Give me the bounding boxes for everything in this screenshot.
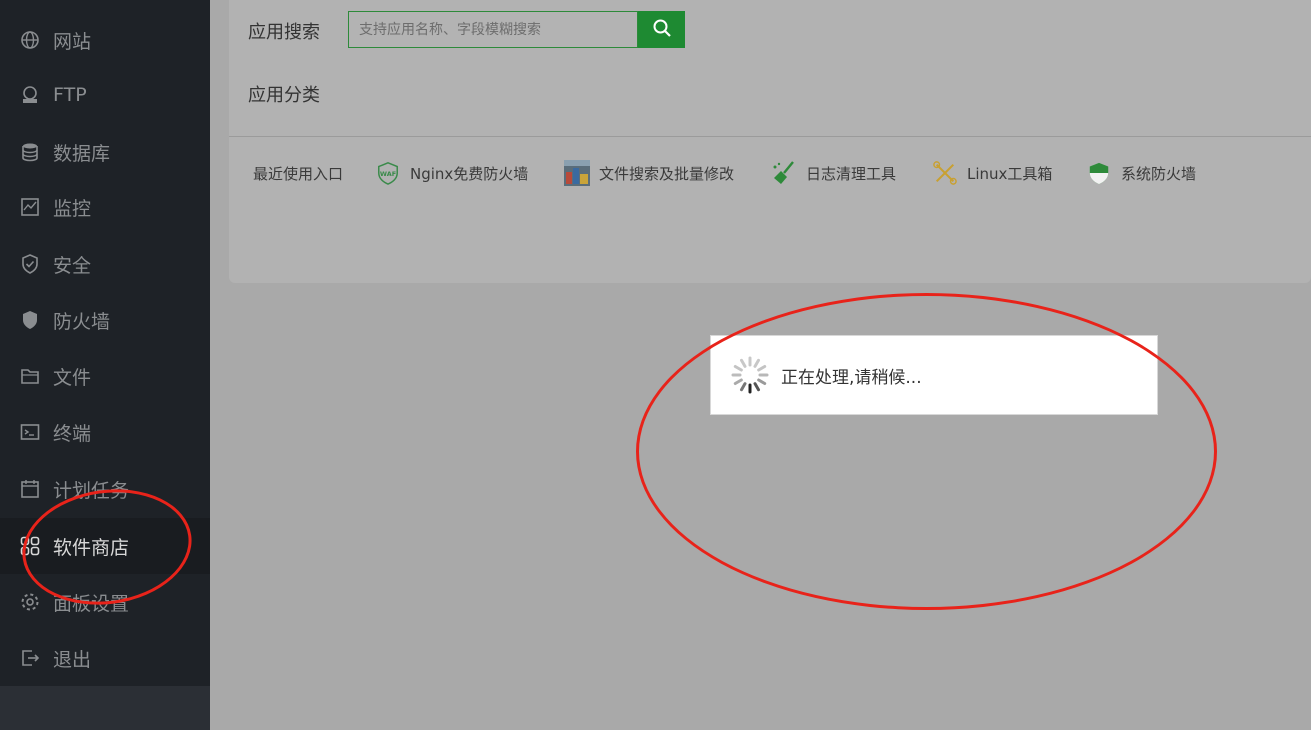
app-store-panel: 应用搜索 应用分类 最近使用入口 WAF Nginx免费防火墙 文件搜索及批量修…: [229, 0, 1311, 283]
apps-grid-icon: [20, 536, 40, 556]
sidebar-item-label: 面板设置: [53, 592, 130, 615]
recent-label: 最近使用入口: [253, 164, 344, 183]
loading-dialog: 正在处理,请稍候...: [710, 335, 1158, 415]
broom-icon: [771, 160, 797, 186]
sidebar-item-label: 软件商店: [53, 536, 130, 559]
sidebar-item-label: 计划任务: [53, 479, 130, 502]
sidebar-item-security[interactable]: 安全: [0, 236, 210, 292]
sidebar-item-database[interactable]: 数据库: [0, 124, 210, 180]
sidebar-item-label: 文件: [53, 366, 92, 389]
shield-check-icon: [20, 254, 40, 274]
gear-icon: [20, 592, 40, 612]
calendar-icon: [20, 479, 40, 499]
folder-icon: [20, 366, 40, 386]
tools-icon: [932, 160, 958, 186]
recent-app-log-cleaner[interactable]: 日志清理工具: [771, 158, 896, 188]
recent-app-nginx-waf[interactable]: WAF Nginx免费防火墙: [375, 158, 528, 188]
sidebar-item-ftp[interactable]: FTP: [0, 67, 210, 123]
sidebar-item-label: FTP: [53, 84, 87, 106]
sidebar-item-monitor[interactable]: 监控: [0, 179, 210, 235]
sidebar-item-label: 防火墙: [53, 310, 111, 333]
file-search-thumbnail-icon: [564, 160, 590, 186]
search-bar: [348, 11, 685, 48]
sidebar: 网站 FTP 数据库 监控 安全 防火墙 文件 终端 计划任务 软件商店 面板设…: [0, 0, 210, 730]
sidebar-item-files[interactable]: 文件: [0, 348, 210, 404]
sidebar-item-label: 网站: [53, 30, 92, 53]
loading-spinner-icon: [731, 356, 769, 394]
sidebar-menu: 网站 FTP 数据库 监控 安全 防火墙 文件 终端 计划任务 软件商店 面板设…: [0, 0, 210, 686]
recent-app-linux-toolbox[interactable]: Linux工具箱: [932, 158, 1052, 188]
firewall-icon: [20, 310, 40, 330]
ftp-icon: [20, 85, 40, 105]
search-label: 应用搜索: [248, 22, 320, 43]
terminal-icon: [20, 422, 40, 442]
sidebar-item-label: 终端: [53, 422, 92, 445]
globe-icon: [20, 30, 40, 50]
search-icon: [652, 18, 672, 41]
monitor-icon: [20, 197, 40, 217]
waf-icon: WAF: [375, 160, 401, 186]
logout-icon: [20, 648, 40, 668]
sidebar-item-label: 数据库: [53, 142, 111, 165]
recent-app-file-search[interactable]: 文件搜索及批量修改: [564, 158, 734, 188]
shield-icon: [1086, 160, 1112, 186]
sidebar-item-settings[interactable]: 面板设置: [0, 574, 210, 630]
sidebar-item-label: 安全: [53, 254, 92, 277]
sidebar-item-app-store[interactable]: 软件商店: [0, 518, 210, 574]
sidebar-item-terminal[interactable]: 终端: [0, 404, 210, 460]
category-label: 应用分类: [248, 85, 320, 106]
sidebar-item-cron[interactable]: 计划任务: [0, 461, 210, 517]
sidebar-item-firewall[interactable]: 防火墙: [0, 292, 210, 348]
search-button[interactable]: [638, 11, 685, 48]
database-icon: [20, 142, 40, 162]
svg-text:WAF: WAF: [380, 170, 396, 178]
search-input[interactable]: [348, 11, 638, 48]
divider: [229, 136, 1311, 137]
sidebar-item-label: 退出: [53, 648, 92, 671]
sidebar-item-logout[interactable]: 退出: [0, 630, 210, 686]
recent-app-system-firewall[interactable]: 系统防火墙: [1086, 158, 1196, 188]
loading-text: 正在处理,请稍候...: [781, 367, 922, 388]
sidebar-item-label: 监控: [53, 197, 92, 220]
sidebar-item-website[interactable]: 网站: [0, 12, 210, 68]
